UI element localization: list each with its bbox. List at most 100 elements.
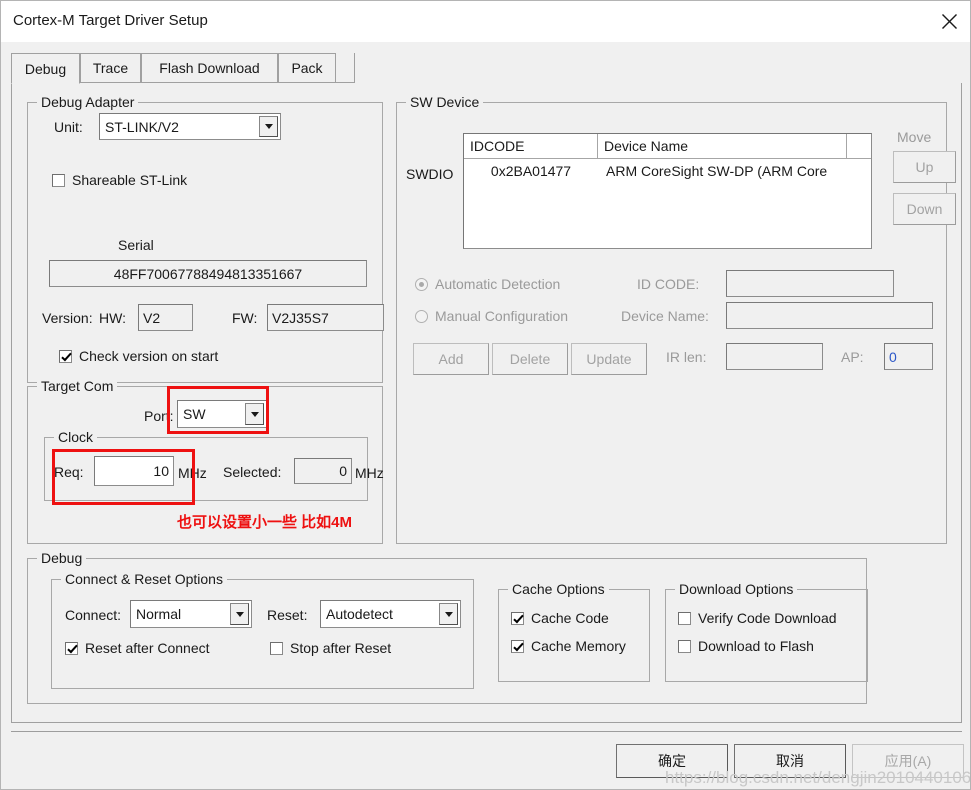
selected-unit-label: MHz	[355, 465, 384, 481]
tab-trace[interactable]: Trace	[80, 53, 141, 83]
fw-version-field[interactable]: V2J35S7	[267, 304, 384, 331]
chevron-down-icon[interactable]	[259, 116, 278, 137]
connect-combo[interactable]: Normal	[130, 600, 252, 628]
ok-button[interactable]: 确定	[616, 744, 728, 778]
connect-combo-value: Normal	[136, 606, 182, 622]
connect-reset-options-legend: Connect & Reset Options	[61, 571, 227, 587]
version-label: Version:	[42, 310, 93, 326]
target-com-group: Target Com Port: SW Clock Req: 10 MHz Se…	[27, 378, 384, 544]
column-header-extra	[847, 134, 871, 158]
cache-code-checkbox-box	[511, 611, 524, 625]
target-com-legend: Target Com	[37, 378, 118, 394]
port-label: Port:	[144, 408, 174, 424]
hw-version-field[interactable]: V2	[138, 304, 193, 331]
selected-label: Selected:	[223, 464, 282, 480]
reset-after-connect-checkbox[interactable]: Reset after Connect	[65, 640, 210, 656]
cancel-button[interactable]: 取消	[734, 744, 846, 778]
manual-configuration-radio[interactable]: Manual Configuration	[415, 308, 568, 324]
clock-annotation-text: 也可以设置小一些 比如4M	[177, 514, 353, 531]
table-row[interactable]: 0x2BA01477 ARM CoreSight SW-DP (ARM Core	[464, 159, 871, 183]
chevron-down-icon[interactable]	[245, 403, 264, 425]
automatic-detection-radio-dot	[415, 277, 428, 291]
tab-flash-download-label: Flash Download	[159, 60, 260, 76]
stop-after-reset-checkbox-box	[270, 641, 283, 655]
cell-device-name: ARM CoreSight SW-DP (ARM Core	[606, 163, 828, 179]
cache-memory-checkbox[interactable]: Cache Memory	[511, 638, 626, 654]
unit-combo[interactable]: ST-LINK/V2	[99, 113, 281, 140]
debug-options-legend: Debug	[37, 550, 87, 566]
download-to-flash-checkbox[interactable]: Download to Flash	[678, 638, 814, 654]
move-label: Move	[897, 129, 932, 145]
port-combo[interactable]: SW	[177, 400, 267, 428]
serial-field[interactable]: 48FF70067788494813351667	[49, 260, 367, 287]
req-unit-label: MHz	[178, 465, 207, 481]
move-down-button[interactable]: Down	[893, 193, 956, 225]
column-header-idcode: IDCODE	[464, 134, 598, 158]
req-label: Req:	[54, 464, 84, 480]
shareable-st-link-checkbox[interactable]: Shareable ST-Link	[52, 172, 187, 188]
cell-idcode: 0x2BA01477	[490, 163, 572, 179]
swdio-label: SWDIO	[406, 166, 454, 182]
shareable-st-link-checkbox-box	[52, 173, 65, 187]
automatic-detection-label: Automatic Detection	[435, 276, 561, 292]
tab-debug[interactable]: Debug	[11, 53, 80, 84]
port-combo-value: SW	[183, 406, 206, 422]
check-version-on-start-checkbox[interactable]: Check version on start	[59, 348, 218, 364]
id-code-label: ID CODE:	[637, 276, 700, 292]
chevron-down-icon[interactable]	[439, 603, 458, 625]
reset-combo-value: Autodetect	[326, 606, 393, 622]
serial-label: Serial	[118, 237, 154, 253]
window-title: Cortex-M Target Driver Setup	[13, 12, 208, 29]
debug-adapter-legend: Debug Adapter	[37, 94, 139, 110]
stop-after-reset-label: Stop after Reset	[290, 640, 392, 656]
reset-combo[interactable]: Autodetect	[320, 600, 461, 628]
tab-flash-download[interactable]: Flash Download	[141, 53, 278, 83]
cache-code-label: Cache Code	[531, 610, 609, 626]
tab-strip: Debug Trace Flash Download Pack	[11, 53, 962, 84]
download-options-legend: Download Options	[675, 581, 798, 597]
manual-configuration-label: Manual Configuration	[435, 308, 569, 324]
reset-after-connect-label: Reset after Connect	[85, 640, 210, 656]
debug-options-group: Debug Connect & Reset Options Connect: N…	[27, 550, 868, 704]
clock-group: Clock Req: 10 MHz Selected: 0 MHz	[44, 429, 384, 501]
debug-tab-page: Debug Adapter Unit: ST-LINK/V2 Shareable…	[11, 83, 962, 723]
check-version-on-start-checkbox-box	[59, 349, 72, 363]
verify-code-download-label: Verify Code Download	[698, 610, 837, 626]
apply-button[interactable]: 应用(A)	[852, 744, 964, 778]
update-button[interactable]: Update	[571, 343, 647, 375]
download-options-group: Download Options Verify Code Download Do…	[665, 581, 868, 682]
device-name-field[interactable]	[726, 302, 933, 329]
cache-options-legend: Cache Options	[508, 581, 609, 597]
ap-label: AP:	[841, 349, 864, 365]
move-up-button[interactable]: Up	[893, 151, 956, 183]
tab-trace-label: Trace	[92, 60, 129, 76]
title-bar: Cortex-M Target Driver Setup	[1, 1, 970, 42]
cache-code-checkbox[interactable]: Cache Code	[511, 610, 609, 626]
cache-memory-label: Cache Memory	[531, 638, 626, 654]
verify-code-download-checkbox[interactable]: Verify Code Download	[678, 610, 837, 626]
connect-reset-options-group: Connect & Reset Options Connect: Normal …	[51, 571, 474, 689]
sw-device-group: SW Device SWDIO IDCODE Device Name 0x2BA…	[396, 94, 956, 544]
footer-separator	[11, 731, 962, 732]
reset-label: Reset:	[267, 607, 308, 623]
id-code-field[interactable]	[726, 270, 894, 297]
fw-label: FW:	[232, 310, 258, 326]
target-driver-setup-dialog: Cortex-M Target Driver Setup Debug Trace…	[0, 0, 971, 790]
tab-debug-label: Debug	[24, 60, 67, 77]
download-to-flash-checkbox-box	[678, 639, 691, 653]
selected-clock-field: 0	[294, 458, 352, 484]
chevron-down-icon[interactable]	[230, 603, 249, 625]
delete-button[interactable]: Delete	[492, 343, 568, 375]
req-clock-input[interactable]: 10	[94, 456, 174, 486]
tab-strip-tail	[336, 53, 355, 83]
ir-len-field[interactable]	[726, 343, 823, 370]
add-button[interactable]: Add	[413, 343, 489, 375]
manual-configuration-radio-dot	[415, 309, 428, 323]
tab-pack[interactable]: Pack	[278, 53, 336, 83]
ap-field[interactable]: 0	[884, 343, 933, 370]
automatic-detection-radio[interactable]: Automatic Detection	[415, 276, 560, 292]
hw-label: HW:	[99, 310, 126, 326]
close-icon[interactable]	[926, 1, 970, 42]
sw-device-table[interactable]: IDCODE Device Name 0x2BA01477 ARM CoreSi…	[463, 133, 872, 249]
stop-after-reset-checkbox[interactable]: Stop after Reset	[270, 640, 391, 656]
